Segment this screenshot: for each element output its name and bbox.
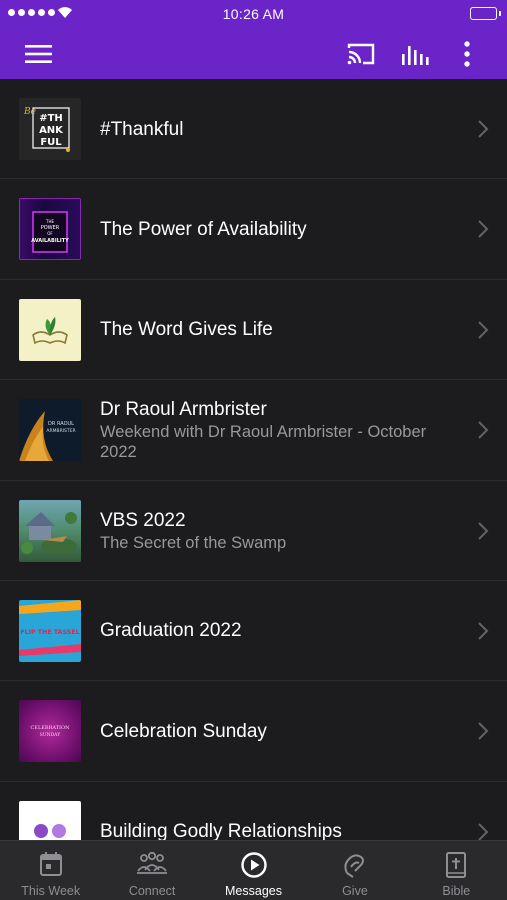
list-item[interactable]: VBS 2022 The Secret of the Swamp xyxy=(0,481,507,581)
thumb-text: ANK xyxy=(39,125,64,136)
chevron-right-icon xyxy=(478,622,489,640)
people-icon xyxy=(137,851,168,874)
hamburger-icon xyxy=(25,44,52,63)
message-series-list[interactable]: Be #TH ANK FUL #Thankful THE POWER OF AV… xyxy=(0,79,507,840)
status-time: 10:26 AM xyxy=(222,6,285,22)
list-item[interactable]: Be #TH ANK FUL #Thankful xyxy=(0,79,507,180)
tab-connect[interactable]: Connect xyxy=(101,841,202,900)
thumb-text: AVAILABILITY xyxy=(31,238,69,244)
tab-bible[interactable]: Bible xyxy=(406,841,507,900)
menu-button[interactable] xyxy=(14,28,64,79)
thumb-text: DR RAOUL xyxy=(48,421,74,427)
list-item[interactable]: Building Godly Relationships xyxy=(0,782,507,840)
cast-icon xyxy=(347,43,375,64)
battery-icon xyxy=(470,7,501,20)
bottom-tab-bar: This Week Connect Messages Give Bible xyxy=(0,840,507,900)
tab-label: This Week xyxy=(21,884,81,898)
list-item[interactable]: The Word Gives Life xyxy=(0,280,507,381)
give-icon xyxy=(344,854,364,878)
status-bar: 10:26 AM xyxy=(0,0,507,28)
chevron-right-icon xyxy=(478,120,489,138)
thumb-text: #TH xyxy=(39,113,63,124)
chevron-right-icon xyxy=(478,722,489,741)
thumb-text: ARMBRISTER xyxy=(46,428,75,434)
thumb-text: FLIP THE TASSEL xyxy=(20,629,79,636)
bible-icon xyxy=(446,852,467,878)
series-title: The Word Gives Life xyxy=(100,319,273,341)
series-title: #Thankful xyxy=(100,118,184,140)
series-subtitle: The Secret of the Swamp xyxy=(100,533,287,552)
list-item[interactable]: CELEBRATION SUNDAY Celebration Sunday xyxy=(0,681,507,782)
chevron-right-icon xyxy=(478,321,489,339)
series-thumbnail xyxy=(19,499,81,562)
more-vertical-icon xyxy=(464,40,470,67)
tab-give[interactable]: Give xyxy=(304,841,405,900)
chevron-right-icon xyxy=(478,521,489,540)
series-title: Dr Raoul Armbrister xyxy=(100,399,267,421)
series-title: Building Godly Relationships xyxy=(100,821,342,840)
cast-button[interactable] xyxy=(337,28,385,79)
series-subtitle: Weekend with Dr Raoul Armbrister - Octob… xyxy=(100,423,427,462)
series-thumbnail xyxy=(19,298,81,361)
tab-messages[interactable]: Messages xyxy=(203,841,304,900)
equalizer-icon xyxy=(402,45,429,65)
list-item[interactable]: FLIP THE TASSEL Graduation 2022 xyxy=(0,581,507,682)
series-title: VBS 2022 xyxy=(100,509,186,531)
series-thumbnail: THE POWER OF AVAILABILITY xyxy=(19,198,81,261)
play-circle-icon xyxy=(240,852,267,878)
tab-label: Messages xyxy=(225,884,282,898)
thumb-text: SUNDAY xyxy=(40,732,61,738)
list-item[interactable]: DR RAOUL ARMBRISTER Dr Raoul Armbrister … xyxy=(0,380,507,481)
thumb-text: CELEBRATION xyxy=(30,725,70,731)
tab-label: Connect xyxy=(128,884,176,898)
more-options-button[interactable] xyxy=(447,28,487,79)
thumb-text: OF xyxy=(47,231,53,236)
tab-label: Bible xyxy=(442,884,471,898)
app-bar xyxy=(0,28,507,79)
series-title: Graduation 2022 xyxy=(100,620,242,642)
calendar-icon xyxy=(39,852,62,876)
series-title: The Power of Availability xyxy=(100,218,307,240)
series-title: Celebration Sunday xyxy=(100,720,267,742)
series-thumbnail: FLIP THE TASSEL xyxy=(19,599,81,662)
series-thumbnail: CELEBRATION SUNDAY xyxy=(19,700,81,763)
series-thumbnail: DR RAOUL ARMBRISTER xyxy=(19,399,81,462)
thumb-text: THE xyxy=(45,219,54,224)
series-thumbnail xyxy=(19,800,81,840)
series-thumbnail: Be #TH ANK FUL xyxy=(19,98,81,160)
thumb-text: FUL xyxy=(40,137,62,148)
list-item[interactable]: THE POWER OF AVAILABILITY The Power of A… xyxy=(0,179,507,280)
tab-this-week[interactable]: This Week xyxy=(0,841,101,900)
tab-label: Give xyxy=(342,884,368,898)
svg-text:Be: Be xyxy=(23,107,36,117)
chevron-right-icon xyxy=(478,220,489,239)
chevron-right-icon xyxy=(478,823,489,840)
audio-button[interactable] xyxy=(390,28,440,79)
chevron-right-icon xyxy=(478,421,489,439)
